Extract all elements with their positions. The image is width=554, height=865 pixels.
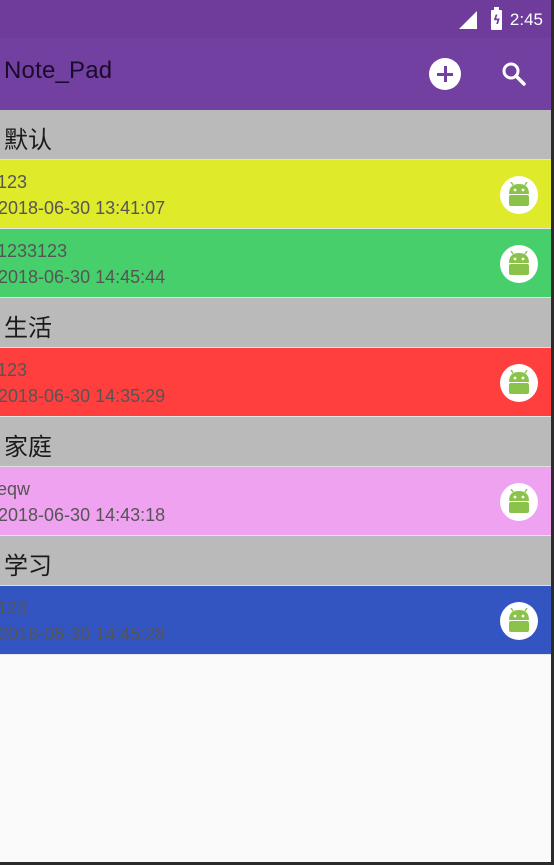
note-title: 123	[0, 172, 28, 192]
search-icon	[502, 62, 526, 86]
note-item[interactable]: eqw 2018-06-30 14:43:18	[0, 467, 551, 536]
note-date: 2018-06-30 14:35:29	[0, 386, 166, 406]
group-header: 家庭	[0, 417, 551, 467]
note-date: 2018-06-30 13:41:07	[0, 198, 166, 218]
phone-screen: ϟ 2:45 Note_Pad 默认 123 2018-06-30 13:41:07…	[0, 0, 551, 862]
app-bar: Note_Pad	[0, 38, 551, 110]
note-date: 2018-06-30 14:45:28	[0, 624, 166, 644]
group-header: 默认	[0, 110, 551, 160]
android-icon	[500, 364, 538, 402]
note-title: eqw	[0, 479, 31, 499]
battery-icon: ϟ	[490, 7, 502, 30]
group-name: 默认	[4, 126, 52, 154]
add-note-button[interactable]	[429, 58, 461, 90]
note-date: 2018-06-30 14:45:44	[0, 267, 166, 287]
status-time: 2:45	[509, 10, 543, 29]
note-title: 123	[0, 360, 28, 380]
group-name: 生活	[4, 314, 52, 342]
signal-icon	[458, 11, 477, 29]
group-header: 学习	[0, 536, 551, 586]
note-item[interactable]: 123 2018-06-30 13:41:07	[0, 160, 551, 229]
note-item[interactable]: 123 2018-06-30 14:35:29	[0, 348, 551, 417]
group-header: 生活	[0, 298, 551, 348]
status-icons: ϟ 2:45	[458, 7, 543, 32]
group-name: 家庭	[4, 433, 52, 461]
note-list: 默认 123 2018-06-30 13:41:07 1233123 2018-06-3…	[0, 110, 551, 655]
app-title: Note_Pad	[4, 57, 113, 84]
note-date: 2018-06-30 14:43:18	[0, 505, 166, 525]
android-icon	[500, 176, 538, 214]
search-button[interactable]	[500, 60, 528, 88]
android-icon	[500, 245, 538, 283]
status-bar: ϟ 2:45	[0, 0, 551, 38]
android-icon	[500, 602, 538, 640]
group-name: 学习	[4, 552, 52, 580]
empty-area	[0, 661, 551, 862]
note-item[interactable]: 1233123 2018-06-30 14:45:44	[0, 229, 551, 298]
android-icon	[500, 483, 538, 521]
note-title: 1233123	[0, 241, 68, 261]
note-title: 123	[0, 598, 28, 618]
note-item[interactable]: 123 2018-06-30 14:45:28	[0, 586, 551, 655]
